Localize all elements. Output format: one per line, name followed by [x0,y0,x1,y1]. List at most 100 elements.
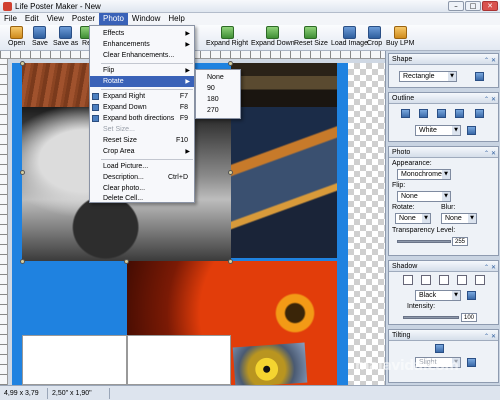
intensity-value[interactable]: 100 [461,313,477,322]
menu-view[interactable]: View [43,13,68,25]
submenu-arrow-icon: ▶ [185,148,190,155]
shadow-style-option[interactable] [457,275,467,285]
photo-cell-tilted[interactable] [232,342,308,385]
outline-settings-icon[interactable] [467,126,476,135]
save-button[interactable]: Save [32,26,48,48]
open-button[interactable]: Open [8,26,25,48]
load-image-label: Load Image [331,40,368,47]
rotate-option-180[interactable]: 180 [196,94,240,105]
resize-handle[interactable] [228,170,233,175]
shape-select[interactable]: Rectangle ▼ [399,71,457,82]
photo-section: Photo ⌃ ✕ Appearance: Monochrome ▼ Flip: N… [388,146,499,256]
load-image-button[interactable]: Load Image [331,26,368,48]
watermark: malavida.com [355,358,459,374]
outline-style-icon[interactable] [401,109,410,118]
shadow-settings-icon[interactable] [467,291,476,300]
menu-shortcut: F10 [175,137,188,144]
outline-color-value: White [419,127,437,134]
menu-photo[interactable]: Photo [99,13,128,25]
shadow-color-select[interactable]: Black ▼ [415,290,461,301]
menu-item-enhancements[interactable]: Enhancements ▶ [90,39,194,50]
outline-style-icon[interactable] [455,109,464,118]
outline-section: Outline ⌃ ✕ White ▼ [388,92,499,142]
resize-handle[interactable] [20,61,25,66]
outline-color-select[interactable]: White ▼ [415,125,461,136]
menu-help[interactable]: Help [164,13,188,25]
empty-cell-middle[interactable] [127,335,231,385]
collapse-icon[interactable]: ⌃ ✕ [484,331,496,342]
menu-item-clear-enhancements[interactable]: Clear Enhancements... [90,50,194,61]
tilting-settings-icon[interactable] [467,358,476,367]
resize-handle[interactable] [20,259,25,264]
outline-style-icon[interactable] [419,109,428,118]
menu-item-expand-down[interactable]: Expand Down F8 [90,102,194,113]
photo-cell-town[interactable] [231,63,337,107]
menu-item-expand-right[interactable]: Expand Right F7 [90,91,194,102]
maximize-button[interactable]: □ [465,1,481,11]
reset-size-button[interactable]: Reset Size [294,26,328,48]
intensity-slider[interactable] [403,316,459,319]
empty-cell-left[interactable] [22,335,127,385]
shadow-style-option[interactable] [421,275,431,285]
menu-item-description[interactable]: Description... Ctrl+D [90,172,194,183]
menu-poster[interactable]: Poster [68,13,99,25]
menu-item-crop-area[interactable]: Crop Area ▶ [90,146,194,157]
rotate-option-90[interactable]: 90 [196,83,240,94]
resize-handle[interactable] [124,259,129,264]
menu-shortcut: F8 [179,104,188,111]
chevron-down-icon: ▼ [442,170,450,179]
transparency-slider[interactable] [397,240,451,243]
menu-item-load-picture[interactable]: Load Picture... [90,161,194,172]
save-as-button[interactable]: Save as [53,26,78,48]
menu-item-expand-both[interactable]: Expand both directions F9 [90,113,194,124]
shape-settings-icon[interactable] [475,72,484,81]
menu-item-label: Expand Right [103,93,146,100]
transparency-value[interactable]: 255 [452,237,468,246]
appearance-select[interactable]: Monochrome ▼ [397,169,451,180]
outline-style-icon[interactable] [475,109,484,118]
rotate-option-270[interactable]: 270 [196,105,240,116]
rotate-select[interactable]: None ▼ [395,213,431,224]
menu-shortcut: F9 [179,115,188,122]
expand-right-icon [220,26,234,39]
outline-style-icon[interactable] [437,109,446,118]
toolbar: Open Save Save as Re Expand Right Expand… [0,25,500,51]
reset-size-label: Reset Size [294,40,328,47]
collapse-icon[interactable]: ⌃ ✕ [484,148,496,159]
expand-down-icon [266,26,280,39]
shape-section: Shape ⌃ ✕ Rectangle ▼ [388,53,499,88]
photo-cell-bridge[interactable] [231,107,337,258]
menu-item-delete-cell[interactable]: Delete Cell... [90,193,194,204]
expand-down-button[interactable]: Expand Down [251,26,295,48]
menu-shortcut: F7 [179,93,188,100]
close-button[interactable]: ✕ [482,1,498,11]
menu-item-reset-size[interactable]: Reset Size F10 [90,135,194,146]
collapse-icon[interactable]: ⌃ ✕ [484,55,496,66]
resize-handle[interactable] [20,170,25,175]
disk-icon [33,26,47,39]
expand-right-button[interactable]: Expand Right [206,26,248,48]
rotate-option-none[interactable]: None [196,72,240,83]
resize-handle[interactable] [228,259,233,264]
flip-select[interactable]: None ▼ [397,191,451,202]
menu-item-effects[interactable]: Effects ▶ [90,28,194,39]
crop-button[interactable]: Crop [367,26,382,48]
menu-item-rotate[interactable]: Rotate ▶ [90,76,194,87]
collapse-icon[interactable]: ⌃ ✕ [484,94,496,105]
tilt-icon[interactable] [435,344,444,353]
shadow-style-option[interactable] [439,275,449,285]
menu-file[interactable]: File [0,13,21,25]
collapse-icon[interactable]: ⌃ ✕ [484,262,496,273]
blur-select[interactable]: None ▼ [441,213,477,224]
properties-panel: Shape ⌃ ✕ Rectangle ▼ Outline ⌃ ✕ White ▼ Ph… [385,51,500,385]
menu-item-flip[interactable]: Flip ▶ [90,65,194,76]
menu-item-label: Enhancements [103,41,150,48]
menu-window[interactable]: Window [128,13,164,25]
shadow-style-none[interactable] [403,275,413,285]
buy-lpm-button[interactable]: Buy LPM [386,26,414,48]
menu-separator [101,159,193,160]
shadow-style-option[interactable] [475,275,485,285]
minimize-button[interactable]: – [448,1,464,11]
resize-handle[interactable] [228,61,233,66]
menu-edit[interactable]: Edit [21,13,43,25]
